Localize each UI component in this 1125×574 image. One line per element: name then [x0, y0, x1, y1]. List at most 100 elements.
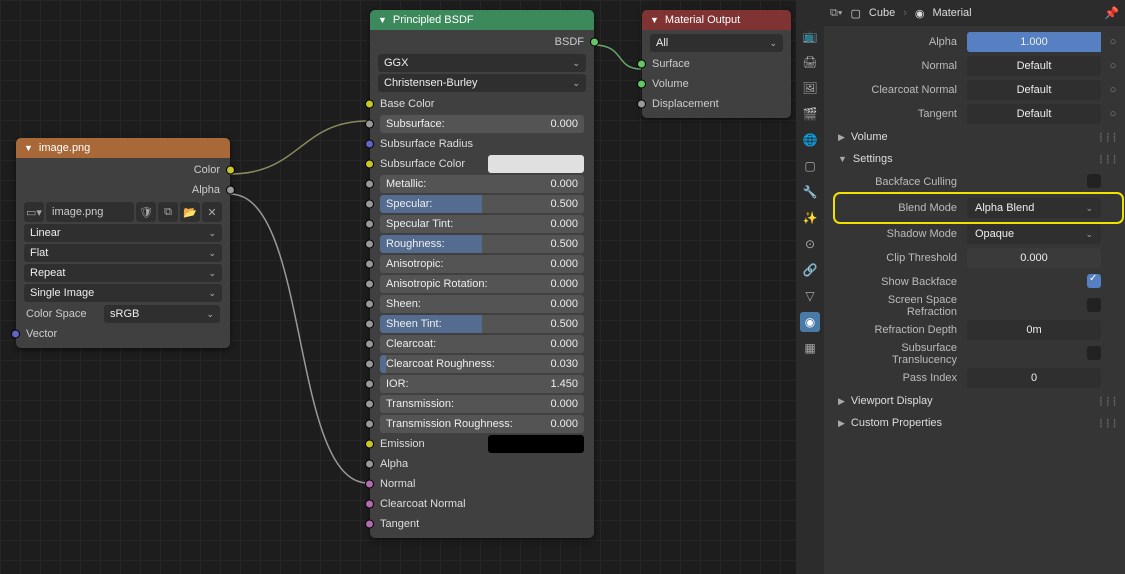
tab-material-icon[interactable]: ◉: [800, 312, 820, 332]
collapse-icon[interactable]: ▼: [24, 143, 33, 153]
open-image-icon[interactable]: 📂: [180, 202, 200, 222]
param-slider[interactable]: Clearcoat:0.000: [380, 335, 584, 353]
param-slider[interactable]: Transmission Roughness:0.000: [380, 415, 584, 433]
tab-render-icon[interactable]: 📺: [800, 26, 820, 46]
grip-icon[interactable]: ┇┇┇: [1099, 419, 1119, 428]
grip-icon[interactable]: ┇┇┇: [1099, 155, 1119, 164]
checkbox[interactable]: [1087, 298, 1101, 312]
tab-physics-icon[interactable]: ⊙: [800, 234, 820, 254]
socket-input[interactable]: [365, 140, 374, 149]
param-slider[interactable]: Specular Tint:0.000: [380, 215, 584, 233]
tab-particles-icon[interactable]: ✨: [800, 208, 820, 228]
param-slider[interactable]: Metallic:0.000: [380, 175, 584, 193]
socket-input[interactable]: [365, 280, 374, 289]
socket-input[interactable]: [365, 400, 374, 409]
tab-viewlayer-icon[interactable]: 🖼: [800, 78, 820, 98]
socket-input[interactable]: [365, 520, 374, 529]
socket-input[interactable]: [365, 420, 374, 429]
socket-input[interactable]: [365, 300, 374, 309]
node-image-texture[interactable]: ▼ image.png Color Alpha ▭▾ image.png 🛡 ⧉…: [16, 138, 230, 348]
tab-modifiers-icon[interactable]: 🔧: [800, 182, 820, 202]
node-header[interactable]: ▼ image.png: [16, 138, 230, 158]
tab-data-icon[interactable]: ▽: [800, 286, 820, 306]
section-viewport-display[interactable]: ▶ Viewport Display ┇┇┇: [838, 390, 1119, 412]
param-slider[interactable]: Clearcoat Roughness:0.030: [380, 355, 584, 373]
node-header[interactable]: ▼ Principled BSDF: [370, 10, 594, 30]
param-slider[interactable]: Sheen:0.000: [380, 295, 584, 313]
param-slider[interactable]: Subsurface:0.000: [380, 115, 584, 133]
output-target-dropdown[interactable]: All⌄: [650, 34, 783, 52]
color-swatch[interactable]: [488, 435, 584, 453]
source-dropdown[interactable]: Single Image⌄: [24, 284, 222, 302]
param-slider[interactable]: Anisotropic Rotation:0.000: [380, 275, 584, 293]
pin-icon[interactable]: 📌: [1104, 6, 1119, 20]
socket-input[interactable]: [365, 100, 374, 109]
image-filename[interactable]: image.png: [46, 202, 134, 222]
image-browse-icon[interactable]: ▭▾: [24, 202, 44, 222]
grip-icon[interactable]: ┇┇┇: [1099, 133, 1119, 142]
keyframe-dot-icon[interactable]: ○: [1107, 60, 1119, 72]
property-value[interactable]: Default: [967, 56, 1101, 76]
socket-input[interactable]: [365, 480, 374, 489]
param-slider[interactable]: Specular:0.500: [380, 195, 584, 213]
tab-object-icon[interactable]: ▢: [800, 156, 820, 176]
subsurface-method-dropdown[interactable]: Christensen-Burley⌄: [378, 74, 586, 92]
socket-input[interactable]: [365, 200, 374, 209]
setting-value[interactable]: 0.000: [967, 248, 1101, 268]
extension-dropdown[interactable]: Repeat⌄: [24, 264, 222, 282]
tab-scene-icon[interactable]: 🎬: [800, 104, 820, 124]
socket-input[interactable]: [365, 360, 374, 369]
tab-texture-icon[interactable]: ▦: [800, 338, 820, 358]
color-swatch[interactable]: [488, 155, 584, 173]
node-editor-canvas[interactable]: ▼ image.png Color Alpha ▭▾ image.png 🛡 ⧉…: [0, 0, 796, 574]
distribution-dropdown[interactable]: GGX⌄: [378, 54, 586, 72]
setting-value[interactable]: 0m: [967, 320, 1101, 340]
tab-output-icon[interactable]: 🖨: [800, 52, 820, 72]
property-value[interactable]: Default: [967, 104, 1101, 124]
tab-constraints-icon[interactable]: 🔗: [800, 260, 820, 280]
socket-input[interactable]: [365, 240, 374, 249]
keyframe-dot-icon[interactable]: ○: [1107, 84, 1119, 96]
socket-color-out[interactable]: [226, 166, 235, 175]
node-principled-bsdf[interactable]: ▼ Principled BSDF BSDF GGX⌄ Christensen-…: [370, 10, 594, 538]
socket-input[interactable]: [365, 160, 374, 169]
checkbox[interactable]: [1087, 174, 1101, 188]
projection-dropdown[interactable]: Flat⌄: [24, 244, 222, 262]
fake-user-icon[interactable]: 🛡: [136, 202, 156, 222]
node-header[interactable]: ▼ Material Output: [642, 10, 791, 30]
param-slider[interactable]: Roughness:0.500: [380, 235, 584, 253]
node-material-output[interactable]: ▼ Material Output All⌄ Surface Volume Di…: [642, 10, 791, 118]
setting-value[interactable]: 0: [967, 368, 1101, 388]
setting-value[interactable]: Alpha Blend⌄: [967, 198, 1101, 218]
socket-input[interactable]: [365, 440, 374, 449]
new-image-icon[interactable]: ⧉: [158, 202, 178, 222]
param-slider[interactable]: IOR:1.450: [380, 375, 584, 393]
interpolation-dropdown[interactable]: Linear⌄: [24, 224, 222, 242]
socket-vector-in[interactable]: [11, 330, 20, 339]
keyframe-dot-icon[interactable]: ○: [1107, 108, 1119, 120]
breadcrumb-material[interactable]: Material: [932, 7, 971, 19]
socket-input[interactable]: [365, 380, 374, 389]
socket-volume-in[interactable]: [637, 80, 646, 89]
grip-icon[interactable]: ┇┇┇: [1099, 397, 1119, 406]
editor-type-icon[interactable]: ⧉▾: [830, 7, 842, 20]
socket-alpha-out[interactable]: [226, 186, 235, 195]
socket-displacement-in[interactable]: [637, 100, 646, 109]
socket-input[interactable]: [365, 320, 374, 329]
checkbox[interactable]: [1087, 274, 1101, 288]
socket-bsdf-out[interactable]: [590, 38, 599, 47]
keyframe-dot-icon[interactable]: ○: [1107, 36, 1119, 48]
collapse-icon[interactable]: ▼: [378, 15, 387, 25]
param-slider[interactable]: Sheen Tint:0.500: [380, 315, 584, 333]
section-volume[interactable]: ▶ Volume ┇┇┇: [838, 126, 1119, 148]
unlink-icon[interactable]: ✕: [202, 202, 222, 222]
socket-input[interactable]: [365, 180, 374, 189]
colorspace-dropdown[interactable]: sRGB⌄: [104, 305, 220, 323]
image-selector[interactable]: ▭▾ image.png 🛡 ⧉ 📂 ✕: [24, 202, 222, 222]
socket-input[interactable]: [365, 460, 374, 469]
property-value[interactable]: Default: [967, 80, 1101, 100]
socket-input[interactable]: [365, 260, 374, 269]
socket-input[interactable]: [365, 500, 374, 509]
tab-world-icon[interactable]: 🌐: [800, 130, 820, 150]
param-slider[interactable]: Anisotropic:0.000: [380, 255, 584, 273]
